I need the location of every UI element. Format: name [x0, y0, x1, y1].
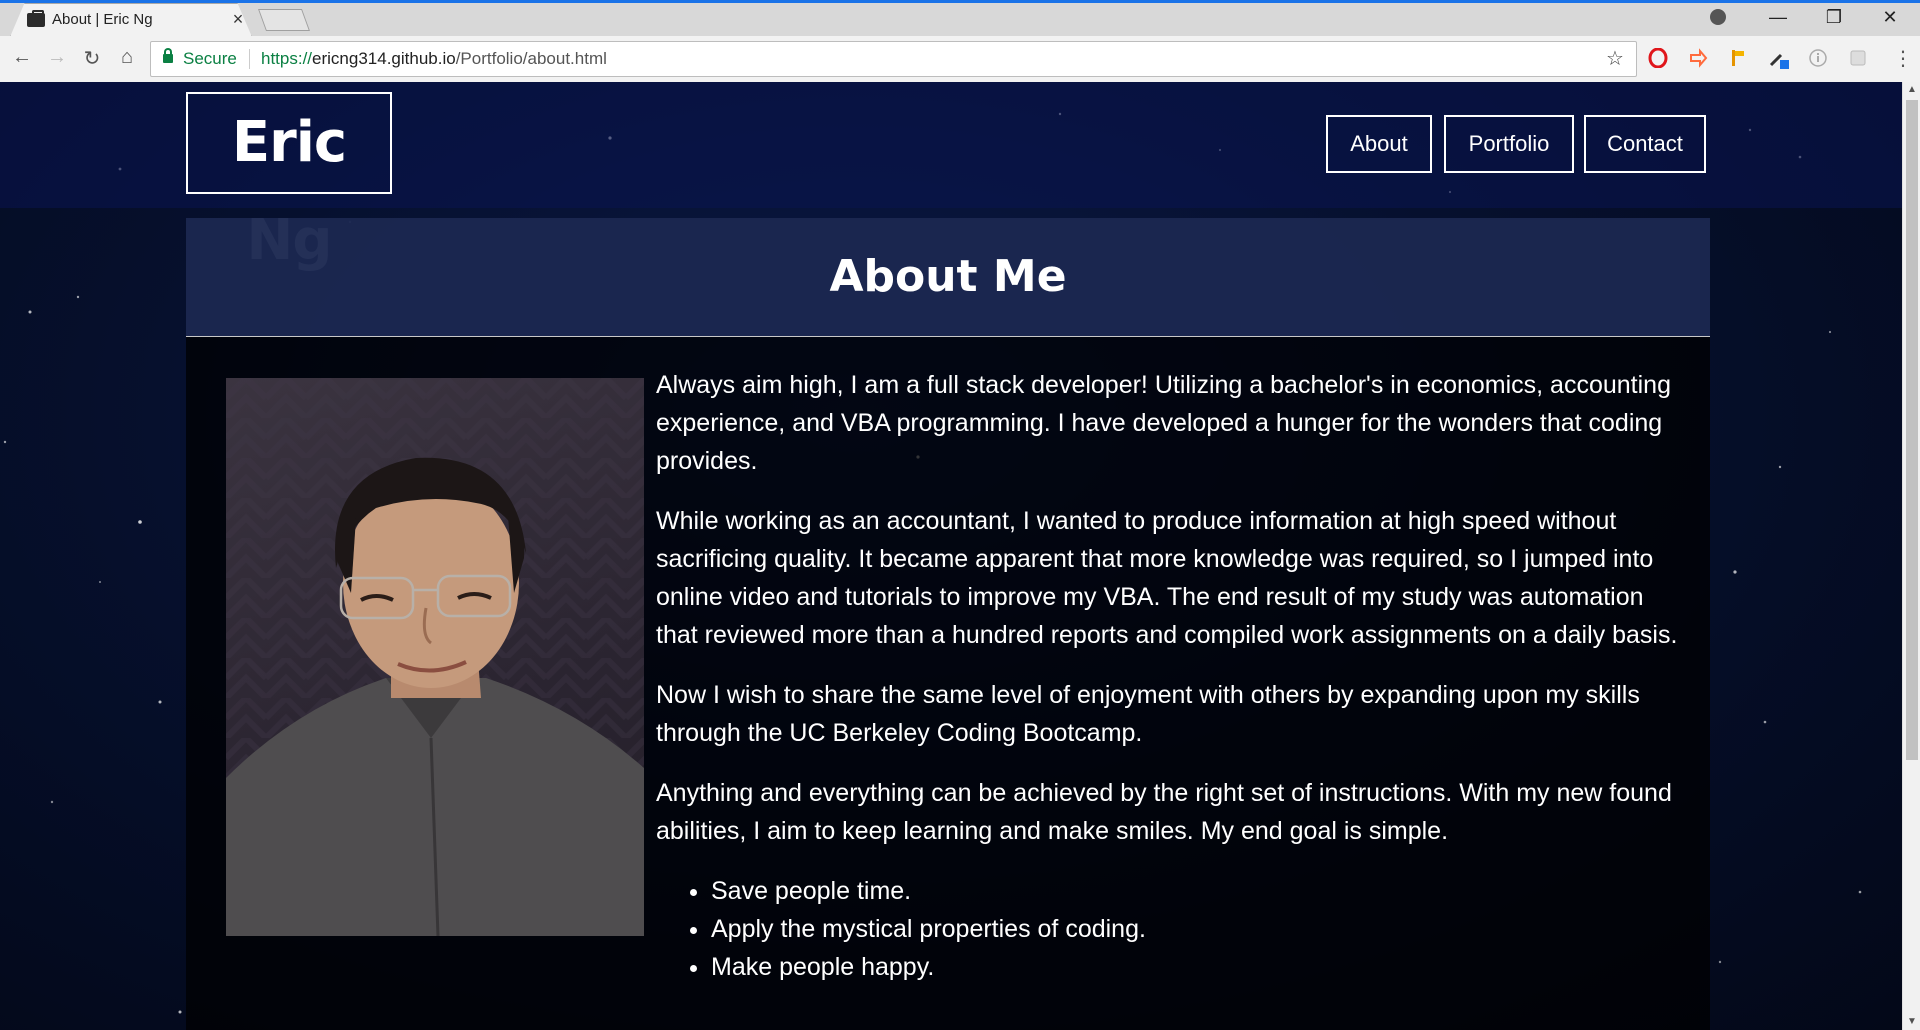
about-paragraph: Now I wish to share the same level of en…: [656, 681, 1640, 747]
url-path: /Portfolio/about.html: [455, 49, 607, 68]
about-header: About Me: [186, 218, 1710, 337]
scroll-up-arrow-icon[interactable]: ▲: [1907, 84, 1917, 95]
secure-label: Secure: [183, 49, 237, 68]
share-extension-icon[interactable]: [1688, 48, 1708, 68]
site-header: Eric Ng About Portfolio Contact: [0, 82, 1902, 273]
page-viewport: Eric Ng About Portfolio Contact About Me: [0, 82, 1902, 1030]
portrait-illustration: [226, 378, 644, 936]
reload-button[interactable]: ↻: [78, 46, 106, 71]
site-logo-link[interactable]: Eric Ng: [186, 92, 392, 273]
goals-list: Save people time. Apply the mystical pro…: [656, 872, 1686, 986]
url-host: ericng314.github.io: [312, 49, 456, 68]
tab-close-button[interactable]: ×: [228, 9, 248, 30]
goal-item: Save people time.: [711, 872, 1686, 910]
opera-extension-icon[interactable]: [1648, 47, 1668, 69]
close-window-button[interactable]: ✕: [1870, 7, 1910, 28]
about-paragraph: While working as an accountant, I wanted…: [656, 507, 1678, 649]
profile-photo: [226, 378, 644, 936]
flag-extension-icon[interactable]: [1728, 48, 1748, 68]
bookmark-star-icon[interactable]: ☆: [1606, 46, 1624, 71]
url-scheme: https://: [261, 49, 313, 68]
puzzle-extension-icon[interactable]: [1848, 48, 1868, 68]
about-title: About Me: [829, 251, 1067, 302]
forward-button[interactable]: →: [43, 46, 71, 69]
omnibox-divider: [249, 49, 250, 69]
tab-title: About | Eric Ng: [52, 11, 153, 28]
eyedropper-extension-icon[interactable]: [1768, 48, 1789, 69]
maximize-button[interactable]: ❐: [1814, 7, 1854, 28]
url-text[interactable]: https://ericng314.github.io/Portfolio/ab…: [261, 49, 607, 69]
goal-item: Apply the mystical properties of coding.: [711, 910, 1686, 948]
briefcase-icon: [27, 10, 45, 27]
about-text: Always aim high, I am a full stack devel…: [656, 366, 1686, 986]
scroll-thumb[interactable]: [1906, 100, 1918, 760]
about-section: About Me Always aim high, I am a full st…: [186, 218, 1710, 1030]
lock-icon: [163, 48, 173, 63]
page-scrollbar[interactable]: ▲ ▼: [1902, 82, 1920, 1030]
minimize-button[interactable]: —: [1758, 7, 1798, 28]
tab-strip: About | Eric Ng × — ❐ ✕: [0, 3, 1920, 37]
address-bar[interactable]: Secure https://ericng314.github.io/Portf…: [150, 41, 1637, 77]
info-extension-icon[interactable]: [1808, 48, 1828, 68]
about-paragraph: Always aim high, I am a full stack devel…: [656, 371, 1671, 475]
back-button[interactable]: ←: [8, 46, 36, 69]
nav-about-link[interactable]: About: [1326, 115, 1432, 173]
about-paragraph: Anything and everything can be achieved …: [656, 779, 1672, 845]
profile-icon[interactable]: [1710, 9, 1726, 25]
new-tab-button[interactable]: [257, 9, 311, 31]
nav-contact-link[interactable]: Contact: [1584, 115, 1706, 173]
browser-toolbar: ← → ↻ ⌂ Secure https://ericng314.github.…: [0, 36, 1920, 83]
browser-menu-icon[interactable]: ⋮: [1893, 46, 1913, 71]
nav-portfolio-link[interactable]: Portfolio: [1444, 115, 1574, 173]
home-button[interactable]: ⌂: [113, 46, 141, 69]
goal-item: Make people happy.: [711, 948, 1686, 986]
scroll-down-arrow-icon[interactable]: ▼: [1907, 1016, 1917, 1027]
